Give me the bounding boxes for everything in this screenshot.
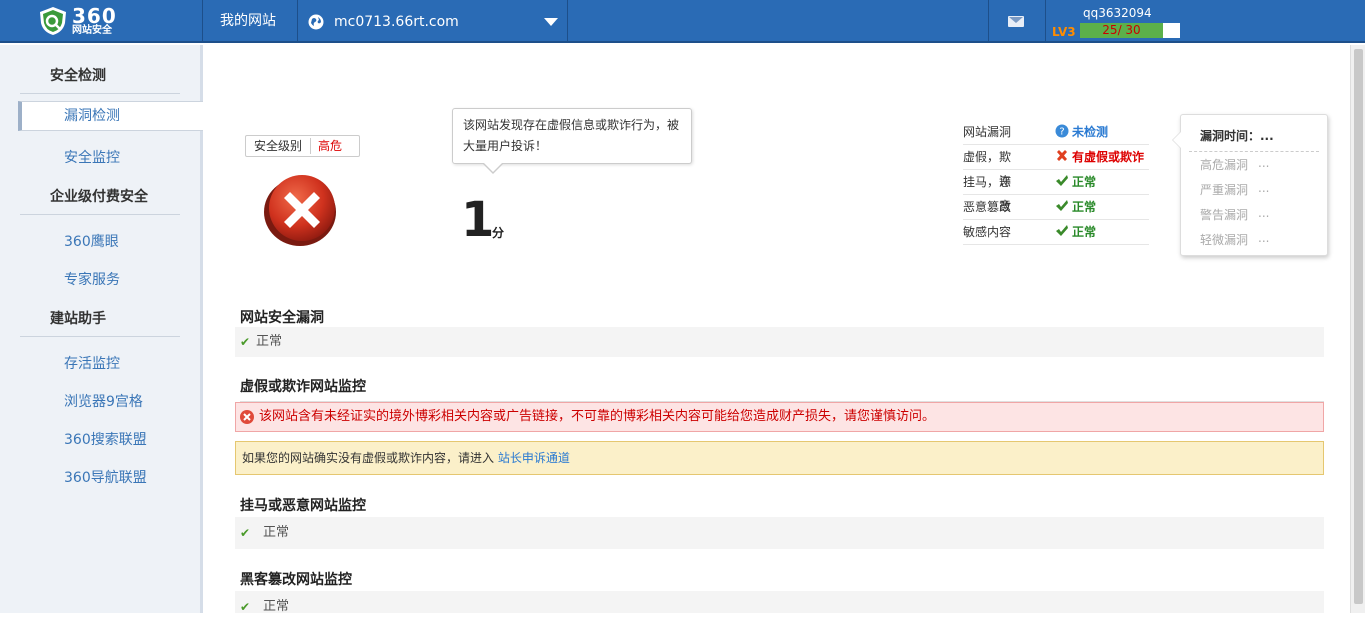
vuln-value: ... xyxy=(1258,181,1270,195)
vuln-value: ... xyxy=(1258,206,1270,220)
appeal-link[interactable]: 站长申诉通道 xyxy=(498,451,570,465)
checkmark-icon xyxy=(1056,200,1068,211)
scrollbar-thumb[interactable] xyxy=(1354,49,1363,604)
status-value: 正常 xyxy=(1072,200,1097,214)
sidebar-group-site-assistant: 建站助手 xyxy=(20,308,180,337)
status-row-malware: 挂马，恶意 正常 xyxy=(963,170,1149,213)
domain-select[interactable]: mc0713.66rt.com xyxy=(308,0,558,43)
status-value: 正常 xyxy=(1072,225,1097,239)
vuln-row-warning: 警告漏洞... xyxy=(1200,206,1269,223)
exp-progress-bar: 25/ 30 xyxy=(1080,23,1180,38)
checkmark-icon: ✔ xyxy=(240,335,251,349)
sidebar-item-vuln-check[interactable]: 漏洞检测 xyxy=(18,101,203,131)
status-text: 正常 xyxy=(263,525,290,540)
appeal-notice: 如果您的网站确实没有虚假或欺诈内容，请进入 站长申诉通道 xyxy=(235,441,1324,475)
red-x-icon xyxy=(1057,150,1067,161)
checkmark-icon: ✔ xyxy=(240,526,251,540)
status-row-tamper: 恶意篡改 正常 xyxy=(963,195,1149,220)
warning-tooltip: 该网站发现存在虚假信息或欺诈行为，被大量用户投诉！ xyxy=(452,108,692,174)
error-circle-icon xyxy=(240,410,254,424)
top-bar: 360 网站安全 我的网站 mc0713.66rt.com qq3632094 … xyxy=(0,0,1365,43)
fraud-alert: 该网站含有未经证实的境外博彩相关内容或广告链接，不可靠的博彩相关内容可能给您造成… xyxy=(235,402,1324,432)
logo[interactable]: 360 网站安全 xyxy=(38,6,117,36)
status-text: 正常 xyxy=(256,334,283,349)
vuln-value: ... xyxy=(1258,156,1270,170)
score-unit: 分 xyxy=(492,226,505,240)
danger-x-icon xyxy=(264,175,336,246)
security-level-label: 安全级别 xyxy=(254,139,303,153)
chevron-down-icon[interactable] xyxy=(544,18,558,26)
appeal-notice-text: 如果您的网站确实没有虚假或欺诈内容，请进入 xyxy=(242,451,495,465)
exp-label: 25/ 30 xyxy=(1102,23,1141,37)
sidebar: 安全检测 漏洞检测 安全监控 企业级付费安全 360鹰眼 专家服务 建站助手 存… xyxy=(0,45,203,613)
security-level-badge: 安全级别 高危 xyxy=(245,135,360,157)
sidebar-group-enterprise: 企业级付费安全 xyxy=(20,186,180,215)
user-level: LV3 xyxy=(1052,25,1076,39)
checkmark-icon xyxy=(1056,175,1068,186)
my-site-link[interactable]: 我的网站 xyxy=(220,0,276,43)
divider xyxy=(567,0,568,43)
vuln-label: 警告漏洞 xyxy=(1200,208,1249,222)
score-value: 1 xyxy=(461,192,495,248)
mail-icon[interactable] xyxy=(1008,16,1024,27)
status-value[interactable]: 未检测 xyxy=(1072,120,1108,144)
sidebar-item-uptime-monitor[interactable]: 存活监控 xyxy=(64,353,120,373)
globe-icon xyxy=(308,14,324,29)
logo-sub: 网站安全 xyxy=(72,25,112,36)
vuln-row-minor: 轻微漏洞... xyxy=(1200,231,1269,248)
section-status-vuln: ✔ 正常 xyxy=(235,327,1324,357)
vuln-label: 轻微漏洞 xyxy=(1200,233,1249,247)
divider xyxy=(988,0,989,43)
status-row-fraud: 虚假，欺诈 有虚假或欺诈 xyxy=(963,145,1149,188)
warning-tooltip-text: 该网站发现存在虚假信息或欺诈行为，被大量用户投诉！ xyxy=(463,118,680,153)
status-row-sensitive: 敏感内容 正常 xyxy=(963,220,1149,245)
section-title-fraud: 虚假或欺诈网站监控 xyxy=(240,376,1324,402)
checkmark-icon: ✔ xyxy=(240,600,251,614)
question-bubble-icon: ? xyxy=(1055,124,1069,138)
divider xyxy=(310,138,311,154)
logo-main: 360 xyxy=(72,4,117,28)
sidebar-item-browser-grid[interactable]: 浏览器9宫格 xyxy=(64,391,143,411)
scrollbar[interactable] xyxy=(1350,45,1365,613)
divider xyxy=(202,0,203,43)
divider xyxy=(297,0,298,43)
sidebar-item-360-search-union[interactable]: 360搜索联盟 xyxy=(64,429,147,449)
panel-notch-inner xyxy=(1173,132,1181,148)
status-value[interactable]: 有虚假或欺诈 xyxy=(1072,145,1144,169)
vuln-label: 高危漏洞 xyxy=(1200,158,1249,172)
status-key: 网站漏洞 xyxy=(963,125,1012,139)
section-status-tamper: ✔ 正常 xyxy=(235,591,1324,614)
sidebar-item-security-monitor[interactable]: 安全监控 xyxy=(64,147,120,167)
security-level-value: 高危 xyxy=(318,139,343,153)
sidebar-item-expert-service[interactable]: 专家服务 xyxy=(64,269,120,289)
status-key: 敏感内容 xyxy=(963,225,1012,239)
status-row-vuln: 网站漏洞 ? 未检测 xyxy=(963,120,1149,145)
fraud-alert-text: 该网站含有未经证实的境外博彩相关内容或广告链接，不可靠的博彩相关内容可能给您造成… xyxy=(259,409,936,424)
sidebar-group-security-check: 安全检测 xyxy=(20,65,180,94)
sidebar-item-360-eagle-eye[interactable]: 360鹰眼 xyxy=(64,231,119,251)
status-text: 正常 xyxy=(263,599,290,614)
vuln-label: 严重漏洞 xyxy=(1200,183,1249,197)
vuln-row-critical: 高危漏洞... xyxy=(1200,156,1269,173)
svg-text:?: ? xyxy=(1059,127,1064,138)
sidebar-item-360-nav-union[interactable]: 360导航联盟 xyxy=(64,467,147,487)
divider xyxy=(1189,151,1319,152)
status-key: 恶意篡改 xyxy=(963,200,1012,214)
domain-value: mc0713.66rt.com xyxy=(334,13,459,30)
vuln-value: ... xyxy=(1258,231,1270,245)
shield-logo-icon xyxy=(40,7,66,35)
section-status-malware: ✔ 正常 xyxy=(235,517,1324,549)
divider xyxy=(1045,0,1046,43)
vuln-time-title: 漏洞时间：... xyxy=(1200,129,1274,143)
status-value: 正常 xyxy=(1072,175,1097,189)
vuln-row-severe: 严重漏洞... xyxy=(1200,181,1269,198)
vuln-time-panel: 漏洞时间：... 高危漏洞... 严重漏洞... 警告漏洞... 轻微漏洞... xyxy=(1172,114,1328,256)
tooltip-tail-inner xyxy=(484,163,502,172)
checkmark-icon xyxy=(1056,225,1068,236)
username[interactable]: qq3632094 xyxy=(1083,6,1152,20)
